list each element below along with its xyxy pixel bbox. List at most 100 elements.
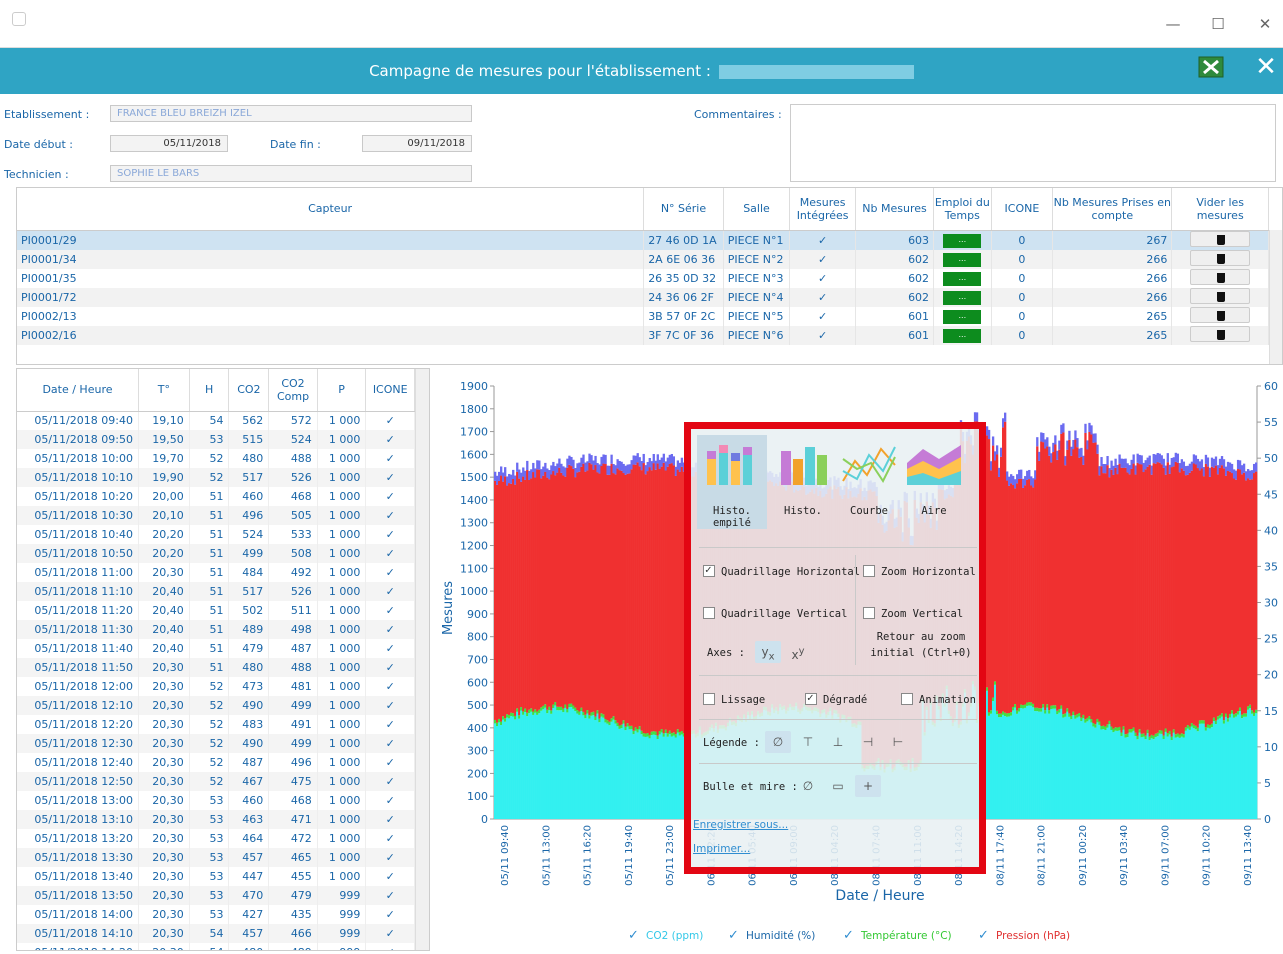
area-icon[interactable]: [905, 441, 963, 487]
schedule-button[interactable]: ...: [943, 291, 982, 305]
degrade-option[interactable]: Dégradé: [805, 691, 867, 706]
col-emploi-temps[interactable]: Emploi du Temps: [933, 188, 992, 231]
measure-row[interactable]: 05/11/2018 10:30 20,10 51 496 505 1 000 ✓: [17, 506, 415, 525]
col-salle[interactable]: Salle: [723, 188, 791, 231]
measure-row[interactable]: 05/11/2018 10:20 20,00 51 460 468 1 000 ✓: [17, 487, 415, 506]
histo-icon[interactable]: [775, 441, 831, 487]
technicien-field[interactable]: SOPHIE LE BARS: [110, 165, 472, 182]
measure-row[interactable]: 05/11/2018 12:20 20,30 52 483 491 1 000 ✓: [17, 715, 415, 734]
schedule-button[interactable]: ...: [943, 253, 982, 267]
date-fin-field[interactable]: 09/11/2018: [362, 135, 472, 152]
axes-y-icon[interactable]: yx: [755, 641, 781, 663]
col-co2-comp[interactable]: CO2 Comp: [268, 369, 318, 412]
quad-v-option[interactable]: Quadrillage Vertical: [703, 607, 847, 620]
legend-top-icon[interactable]: ⊤: [795, 731, 821, 753]
legend-bottom-icon[interactable]: ⊥: [825, 731, 851, 753]
curve-icon[interactable]: [841, 441, 897, 487]
measure-row[interactable]: 05/11/2018 13:20 20,30 53 464 472 1 000 ✓: [17, 829, 415, 848]
legend-none-icon[interactable]: ∅: [765, 731, 791, 753]
col-icone[interactable]: ICONE: [991, 188, 1054, 231]
animation-option[interactable]: Animation: [901, 693, 976, 706]
measure-row[interactable]: 05/11/2018 13:00 20,30 53 460 468 1 000 ✓: [17, 791, 415, 810]
lissage-option[interactable]: Lissage: [703, 693, 765, 706]
zoom-v-checkbox[interactable]: [863, 607, 875, 619]
measure-row[interactable]: 05/11/2018 11:00 20,30 51 484 492 1 000 ✓: [17, 563, 415, 582]
print-link[interactable]: Imprimer...: [693, 843, 750, 855]
etablissement-field[interactable]: FRANCE BLEU BREIZH IZEL: [110, 105, 472, 122]
col-nb-prises[interactable]: Nb Mesures Prises en compte: [1052, 188, 1173, 231]
trash-icon[interactable]: [1190, 306, 1251, 323]
animation-checkbox[interactable]: [901, 693, 913, 705]
legend-left-icon[interactable]: ⊣: [855, 731, 881, 753]
zoom-v-option[interactable]: Zoom Vertical: [863, 607, 963, 620]
bubble-tooltip-icon[interactable]: ▭: [825, 775, 851, 797]
measure-row[interactable]: 05/11/2018 13:30 20,30 53 457 465 1 000 ✓: [17, 848, 415, 867]
quad-h-option[interactable]: Quadrillage Horizontal: [703, 563, 860, 578]
quad-h-checkbox[interactable]: [703, 563, 715, 577]
measure-row[interactable]: 05/11/2018 12:30 20,30 52 490 499 1 000 ✓: [17, 734, 415, 753]
minimize-button[interactable]: —: [1163, 14, 1183, 34]
sensor-row[interactable]: PI0001/72 24 36 06 2F PIECE N°4 ✓ 602... 0 266: [17, 287, 1269, 307]
sensor-row[interactable]: PI0001/29 27 46 0D 1A PIECE N°1 ✓ 603... 0 267: [17, 230, 1269, 250]
excel-export-icon[interactable]: [1198, 56, 1226, 80]
schedule-button[interactable]: ...: [943, 329, 982, 343]
measure-row[interactable]: 05/11/2018 09:40 19,10 54 562 572 1 000 ✓: [17, 411, 415, 430]
measure-row[interactable]: 05/11/2018 10:50 20,20 51 499 508 1 000 ✓: [17, 544, 415, 563]
close-icon[interactable]: ✕: [1252, 53, 1280, 81]
sensor-row[interactable]: PI0001/34 2A 6E 06 36 PIECE N°2 ✓ 602... 0 266: [17, 249, 1269, 269]
crosshair-icon[interactable]: +: [855, 775, 881, 797]
axes-x-icon[interactable]: xy: [785, 641, 811, 663]
measure-row[interactable]: 05/11/2018 11:10 20,40 51 517 526 1 000 ✓: [17, 582, 415, 601]
schedule-button[interactable]: ...: [943, 272, 982, 286]
col-capteur[interactable]: Capteur: [17, 188, 645, 231]
degrade-checkbox[interactable]: [805, 691, 817, 705]
schedule-button[interactable]: ...: [943, 310, 982, 324]
measure-row[interactable]: 05/11/2018 14:2020,3054480489999✓: [17, 943, 415, 950]
measure-row[interactable]: 05/11/2018 13:10 20,30 53 463 471 1 000 ✓: [17, 810, 415, 829]
measure-row[interactable]: 05/11/2018 11:20 20,40 51 502 511 1 000 ✓: [17, 601, 415, 620]
col-pression[interactable]: P: [317, 369, 367, 412]
lissage-checkbox[interactable]: [703, 693, 715, 705]
trash-icon[interactable]: [1190, 268, 1251, 285]
measure-row[interactable]: 05/11/2018 10:10 19,90 52 517 526 1 000 ✓: [17, 468, 415, 487]
sensor-row[interactable]: PI0002/13 3B 57 0F 2C PIECE N°5 ✓ 601... 0 265: [17, 306, 1269, 326]
sensors-scrollbar[interactable]: [1269, 230, 1282, 364]
date-debut-field[interactable]: 05/11/2018: [110, 135, 228, 152]
trash-icon[interactable]: [1190, 287, 1251, 304]
measure-row[interactable]: 05/11/2018 14:00 20,30 53 427 435 999 ✓: [17, 905, 415, 924]
measure-row[interactable]: 05/11/2018 14:10 20,30 54 457 466 999 ✓: [17, 924, 415, 943]
measure-row[interactable]: 05/11/2018 09:50 19,50 53 515 524 1 000 ✓: [17, 430, 415, 449]
measure-row[interactable]: 05/11/2018 12:40 20,30 52 487 496 1 000 ✓: [17, 753, 415, 772]
reset-zoom-button[interactable]: Retour au zoom initial (Ctrl+0): [867, 629, 975, 661]
col-vider[interactable]: Vider les mesures: [1171, 188, 1269, 231]
col-icone-m[interactable]: ICONE: [365, 369, 415, 412]
bubble-none-icon[interactable]: ∅: [795, 775, 821, 797]
maximize-button[interactable]: ☐: [1208, 14, 1228, 34]
measure-row[interactable]: 05/11/2018 13:40 20,30 53 447 455 1 000 ✓: [17, 867, 415, 886]
zoom-h-option[interactable]: Zoom Horizontal: [863, 565, 976, 578]
measure-row[interactable]: 05/11/2018 11:50 20,30 51 480 488 1 000 ✓: [17, 658, 415, 677]
commentaires-field[interactable]: [790, 104, 1276, 182]
measure-row[interactable]: 05/11/2018 12:10 20,30 52 490 499 1 000 ✓: [17, 696, 415, 715]
schedule-button[interactable]: ...: [943, 234, 982, 248]
window-close-button[interactable]: ✕: [1255, 14, 1275, 34]
col-humidite[interactable]: H: [189, 369, 230, 412]
legend-right-icon[interactable]: ⊢: [885, 731, 911, 753]
measure-row[interactable]: 05/11/2018 11:30 20,40 51 489 498 1 000 ✓: [17, 620, 415, 639]
measure-row[interactable]: 05/11/2018 10:40 20,20 51 524 533 1 000 ✓: [17, 525, 415, 544]
trash-icon[interactable]: [1190, 325, 1251, 342]
zoom-h-checkbox[interactable]: [863, 565, 875, 577]
trash-icon[interactable]: [1190, 230, 1251, 247]
measures-scrollbar[interactable]: [415, 369, 429, 950]
stacked-histo-icon[interactable]: [699, 441, 763, 487]
sensor-row[interactable]: PI0002/16 3F 7C 0F 36 PIECE N°6 ✓ 601... 0 265: [17, 325, 1269, 345]
col-integrees[interactable]: Mesures Intégrées: [789, 188, 856, 231]
col-co2[interactable]: CO2: [228, 369, 270, 412]
col-date-heure[interactable]: Date / Heure: [17, 369, 139, 412]
measure-row[interactable]: 05/11/2018 11:40 20,40 51 479 487 1 000 ✓: [17, 639, 415, 658]
measure-row[interactable]: 05/11/2018 12:00 20,30 52 473 481 1 000 ✓: [17, 677, 415, 696]
trash-icon[interactable]: [1190, 249, 1251, 266]
quad-v-checkbox[interactable]: [703, 607, 715, 619]
col-nb-mesures[interactable]: Nb Mesures: [855, 188, 935, 231]
measure-row[interactable]: 05/11/2018 12:50 20,30 52 467 475 1 000 ✓: [17, 772, 415, 791]
